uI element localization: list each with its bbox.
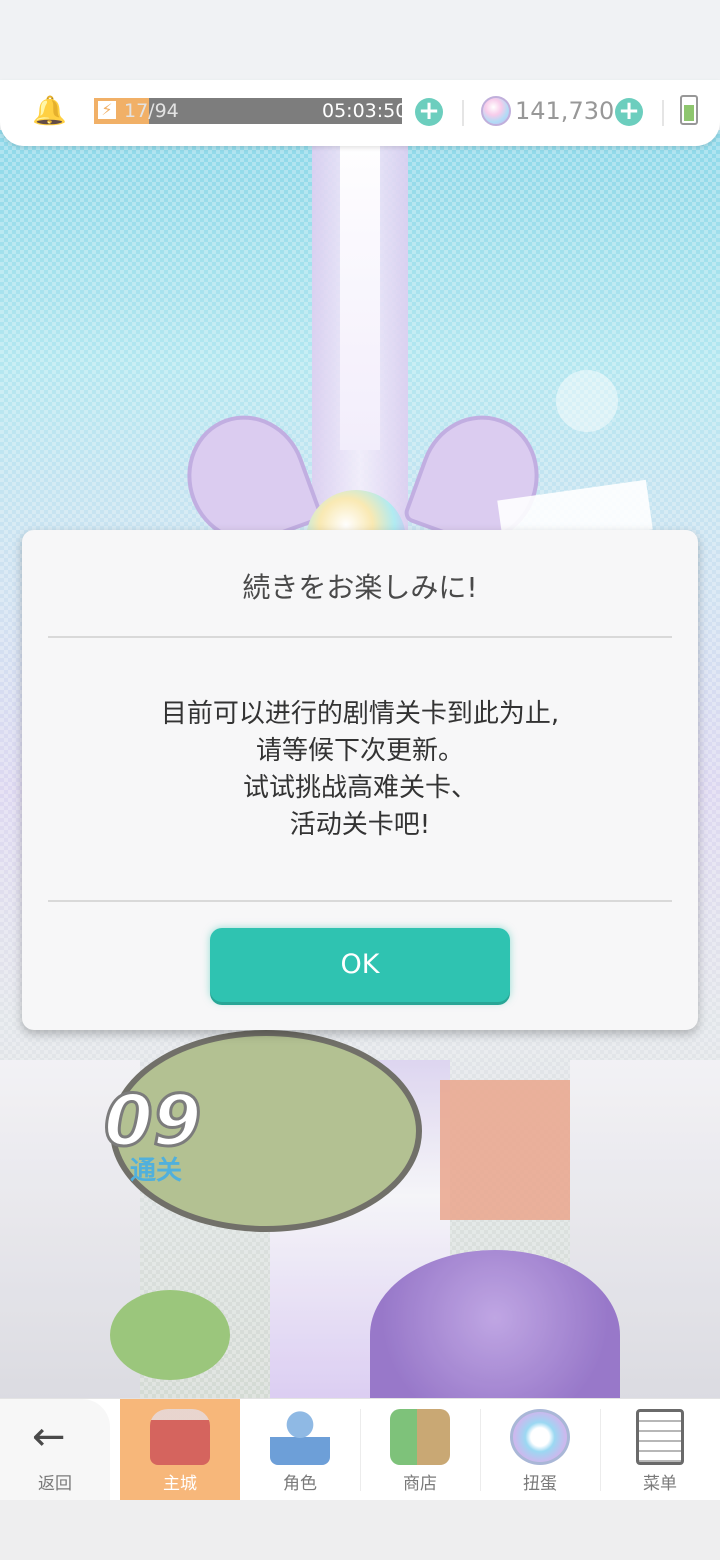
nav-label: 主城 — [163, 1474, 197, 1494]
nav-back-button[interactable]: ← 返回 — [0, 1399, 110, 1501]
system-navigation-area — [0, 1500, 720, 1560]
dialog-divider-bottom — [48, 900, 672, 902]
nav-item-main-city[interactable]: 主城 — [120, 1399, 240, 1501]
notice-dialog: 続きをお楽しみに! 目前可以进行的剧情关卡到此为止, 请等候下次更新。 试试挑战… — [22, 530, 698, 1030]
nav-item-menu[interactable]: 菜单 — [600, 1399, 720, 1501]
nav-item-gacha[interactable]: 扭蛋 — [480, 1399, 600, 1501]
nav-label: 返回 — [38, 1474, 72, 1494]
bottom-navigation: ← 返回 主城 角色 商店 扭蛋 菜单 — [0, 1398, 720, 1501]
nav-label: 角色 — [283, 1474, 317, 1494]
dialog-divider-top — [48, 636, 672, 638]
nav-label: 扭蛋 — [523, 1474, 557, 1494]
ok-button[interactable]: OK — [210, 928, 510, 1002]
dialog-title: 続きをお楽しみに! — [242, 571, 478, 604]
castle-icon — [150, 1409, 210, 1465]
nav-item-character[interactable]: 角色 — [240, 1399, 360, 1501]
nav-label: 商店 — [403, 1474, 437, 1494]
nav-item-shop[interactable]: 商店 — [360, 1399, 480, 1501]
back-arrow-icon: ← — [32, 1414, 66, 1460]
menu-icon — [636, 1409, 684, 1465]
character-icon — [270, 1409, 330, 1465]
dialog-message-line: 请等候下次更新。 — [255, 736, 464, 766]
shop-icon — [390, 1409, 450, 1465]
nav-label: 菜单 — [643, 1474, 677, 1494]
dialog-message: 目前可以进行的剧情关卡到此为止, 请等候下次更新。 试试挑战高难关卡、 活动关卡… — [22, 696, 698, 844]
dialog-message-line: 目前可以进行的剧情关卡到此为止, — [160, 699, 560, 729]
gacha-icon — [510, 1409, 570, 1465]
dialog-message-line: 活动关卡吧! — [289, 810, 431, 840]
dialog-message-line: 试试挑战高难关卡、 — [242, 773, 477, 803]
